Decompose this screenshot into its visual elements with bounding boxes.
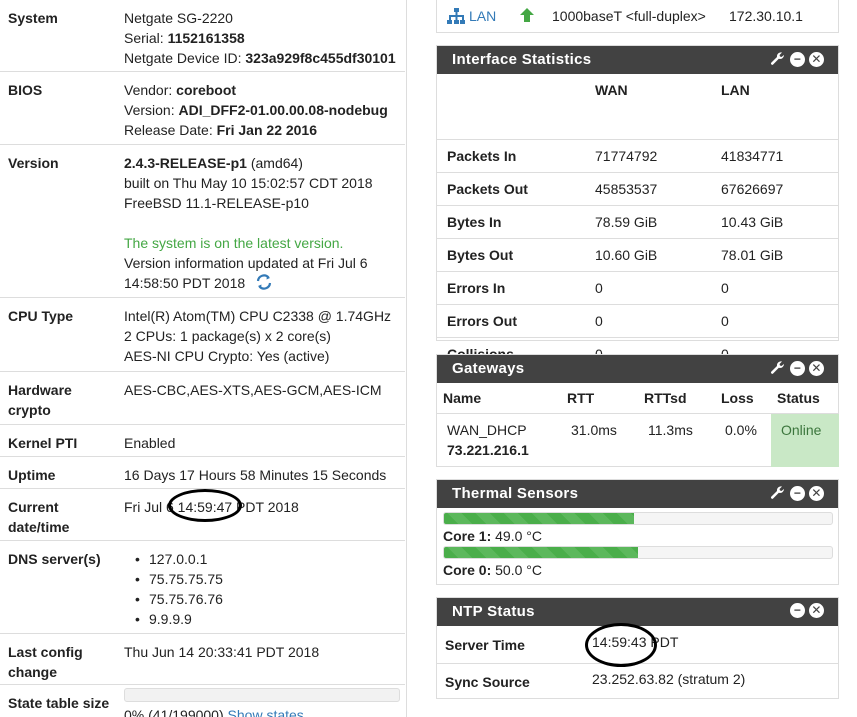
interfaces-panel: LAN 1000baseT <full-duplex> 172.30.10.1 — [436, 0, 839, 33]
version-number: 2.4.3-RELEASE-p1 — [124, 155, 247, 171]
table-row: Packets Out 45853537 67626697 — [437, 172, 838, 205]
ntp-server-time: 14:59:43 PDT — [592, 634, 679, 650]
minus-circle-icon[interactable]: − — [790, 485, 805, 501]
close-circle-icon[interactable]: ✕ — [809, 51, 824, 67]
interface-speed: 1000baseT <full-duplex> — [552, 8, 706, 24]
ntp-status-panel: NTP Status − ✕ Server Time 14:59:43 PDT … — [436, 597, 839, 699]
core0-temp-bar — [443, 546, 833, 559]
network-icon — [447, 8, 465, 27]
table-row: Online WAN_DHCP 73.221.216.1 31.0ms 11.3… — [437, 413, 839, 467]
status-badge: Online — [771, 414, 839, 467]
wrench-icon[interactable] — [770, 485, 786, 501]
interface-ip: 172.30.10.1 — [729, 8, 803, 24]
panel-title: Gateways — [452, 360, 525, 377]
row-bios: BIOS Vendor: coreboot Version: ADI_DFF2-… — [0, 72, 405, 145]
current-datetime: Fri Jul 6 14:59:47 PDT 2018 — [124, 499, 299, 515]
list-item: 75.75.75.75 — [135, 569, 404, 589]
core1-temp-bar — [443, 512, 833, 525]
label-system: System — [8, 10, 58, 26]
gateways-panel: Gateways − ✕ Name RTT RTTsd Loss Status … — [436, 354, 839, 467]
show-states-link[interactable]: Show states — [228, 707, 304, 717]
system-serial: 1152161358 — [167, 30, 245, 46]
row-version: Version 2.4.3-RELEASE-p1 (amd64) built o… — [0, 145, 405, 298]
panel-title: Interface Statistics — [452, 51, 592, 68]
list-item: 9.9.9.9 — [135, 609, 404, 629]
system-model: Netgate SG-2220 — [124, 10, 233, 26]
ntp-sync-source: 23.252.63.82 (stratum 2) — [592, 671, 746, 687]
minus-circle-icon[interactable]: − — [790, 51, 805, 67]
close-circle-icon[interactable]: ✕ — [809, 485, 824, 501]
table-header-row: Name RTT RTTsd Loss Status — [443, 390, 820, 406]
row-hardware-crypto: Hardware crypto AES-CBC,AES-XTS,AES-GCM,A… — [0, 372, 405, 425]
interface-lan-link[interactable]: LAN — [469, 8, 496, 24]
device-id: 323a929f8c455df30101 — [245, 50, 396, 66]
close-circle-icon[interactable]: ✕ — [809, 360, 824, 376]
row-current-datetime: Current date/time Fri Jul 6 14:59:47 PDT … — [0, 489, 405, 541]
update-status: The system is on the latest version. — [124, 235, 344, 251]
panel-title: NTP Status — [452, 603, 535, 620]
table-header-row: WAN LAN — [595, 82, 750, 98]
refresh-icon[interactable] — [255, 274, 273, 295]
state-table-bar — [124, 688, 400, 702]
table-row: Errors Out 0 0 — [437, 304, 838, 337]
minus-circle-icon[interactable]: − — [790, 603, 805, 618]
panel-title: Thermal Sensors — [452, 485, 579, 502]
row-system: System Netgate SG-2220 Serial: 115216135… — [0, 0, 405, 72]
row-dns-servers: DNS server(s) 127.0.0.1 75.75.75.75 75.7… — [0, 541, 405, 634]
row-last-config-change: Last config change Thu Jun 14 20:33:41 PD… — [0, 634, 405, 685]
list-item: 75.75.76.76 — [135, 589, 404, 609]
interface-statistics-panel: Interface Statistics − ✕ WAN LAN Packets… — [436, 45, 839, 362]
table-row: Errors In 0 0 — [437, 271, 838, 304]
table-row: Sync Source 23.252.63.82 (stratum 2) — [437, 663, 838, 699]
row-kernel-pti: Kernel PTI Enabled — [0, 425, 405, 457]
thermal-sensors-panel: Thermal Sensors − ✕ Core 1: 49.0 °C Core… — [436, 479, 839, 585]
minus-circle-icon[interactable]: − — [790, 360, 805, 376]
dns-server-list: 127.0.0.1 75.75.75.75 75.75.76.76 9.9.9.… — [124, 549, 404, 629]
row-cpu: CPU Type Intel(R) Atom(TM) CPU C2338 @ 1… — [0, 298, 405, 372]
row-uptime: Uptime 16 Days 17 Hours 58 Minutes 15 Se… — [0, 457, 405, 489]
table-row: Server Time 14:59:43 PDT — [437, 627, 838, 663]
table-row: Packets In 71774792 41834771 — [437, 139, 838, 172]
list-item: 127.0.0.1 — [135, 549, 404, 569]
wrench-icon[interactable] — [770, 360, 786, 376]
wrench-icon[interactable] — [770, 51, 786, 67]
table-row: Bytes Out 10.60 GiB 78.01 GiB — [437, 238, 838, 271]
system-information-panel: System Netgate SG-2220 Serial: 115216135… — [0, 0, 407, 717]
close-circle-icon[interactable]: ✕ — [809, 603, 824, 618]
panel-header: Interface Statistics − ✕ — [437, 46, 838, 74]
table-row: Bytes In 78.59 GiB 10.43 GiB — [437, 205, 838, 238]
arrow-up-icon — [519, 7, 535, 26]
